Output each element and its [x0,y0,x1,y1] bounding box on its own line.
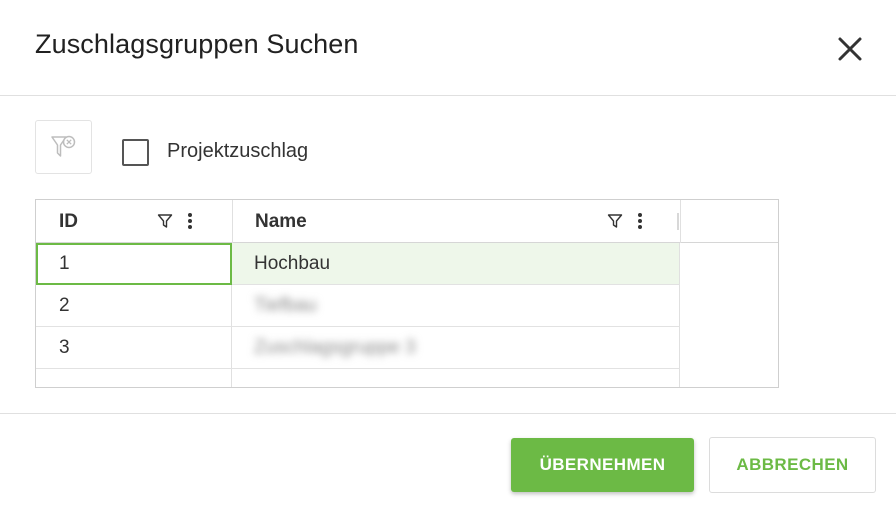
clear-filter-button[interactable] [35,120,92,174]
close-icon [838,37,862,61]
cell-name[interactable]: Tiefbau [232,285,680,326]
column-menu-icon[interactable] [637,212,643,230]
cell-name[interactable]: Hochbau [232,243,680,284]
dialog-title: Zuschlagsgruppen Suchen [35,29,359,59]
results-grid: ID Name 1 Hochbau 2 Tiefbau 3 Zuschlagsg… [35,199,779,388]
cell-id[interactable]: 3 [36,327,232,368]
column-header-filler [680,200,778,243]
table-row[interactable]: 2 Tiefbau [36,285,680,327]
column-header-id[interactable]: ID [36,200,232,243]
cell-name-text: Zuschlagsgruppe 3 [254,336,416,358]
dialog-header: Zuschlagsgruppen Suchen [0,0,896,96]
column-header-id-label: ID [59,211,78,232]
column-resize-handle[interactable] [677,213,679,230]
table-row-partial[interactable] [36,369,680,387]
projektzuschlag-checkbox[interactable] [122,139,149,166]
table-row[interactable]: 3 Zuschlagsgruppe 3 [36,327,680,369]
filter-clear-icon [50,135,75,157]
column-header-name[interactable]: Name [232,200,680,243]
toolbar: Projektzuschlag [35,120,635,174]
column-menu-icon[interactable] [187,212,193,230]
cell-id[interactable] [36,369,232,387]
cell-name[interactable]: Zuschlagsgruppe 3 [232,327,680,368]
filter-icon[interactable] [607,213,623,229]
projektzuschlag-label: Projektzuschlag [167,140,309,162]
cell-id[interactable]: 2 [36,285,232,326]
column-header-name-label: Name [255,211,307,232]
apply-button[interactable]: ÜBERNEHMEN [511,438,694,492]
cell-id[interactable]: 1 [36,243,232,285]
cancel-button[interactable]: ABBRECHEN [709,437,876,493]
search-dialog: Zuschlagsgruppen Suchen Projektzuschlag … [0,0,896,514]
cell-name[interactable] [232,369,680,387]
grid-header: ID Name [36,200,778,243]
close-button[interactable] [832,31,868,67]
filter-icon[interactable] [157,213,173,229]
table-row[interactable]: 1 Hochbau [36,243,680,285]
cell-name-text: Tiefbau [254,294,317,316]
